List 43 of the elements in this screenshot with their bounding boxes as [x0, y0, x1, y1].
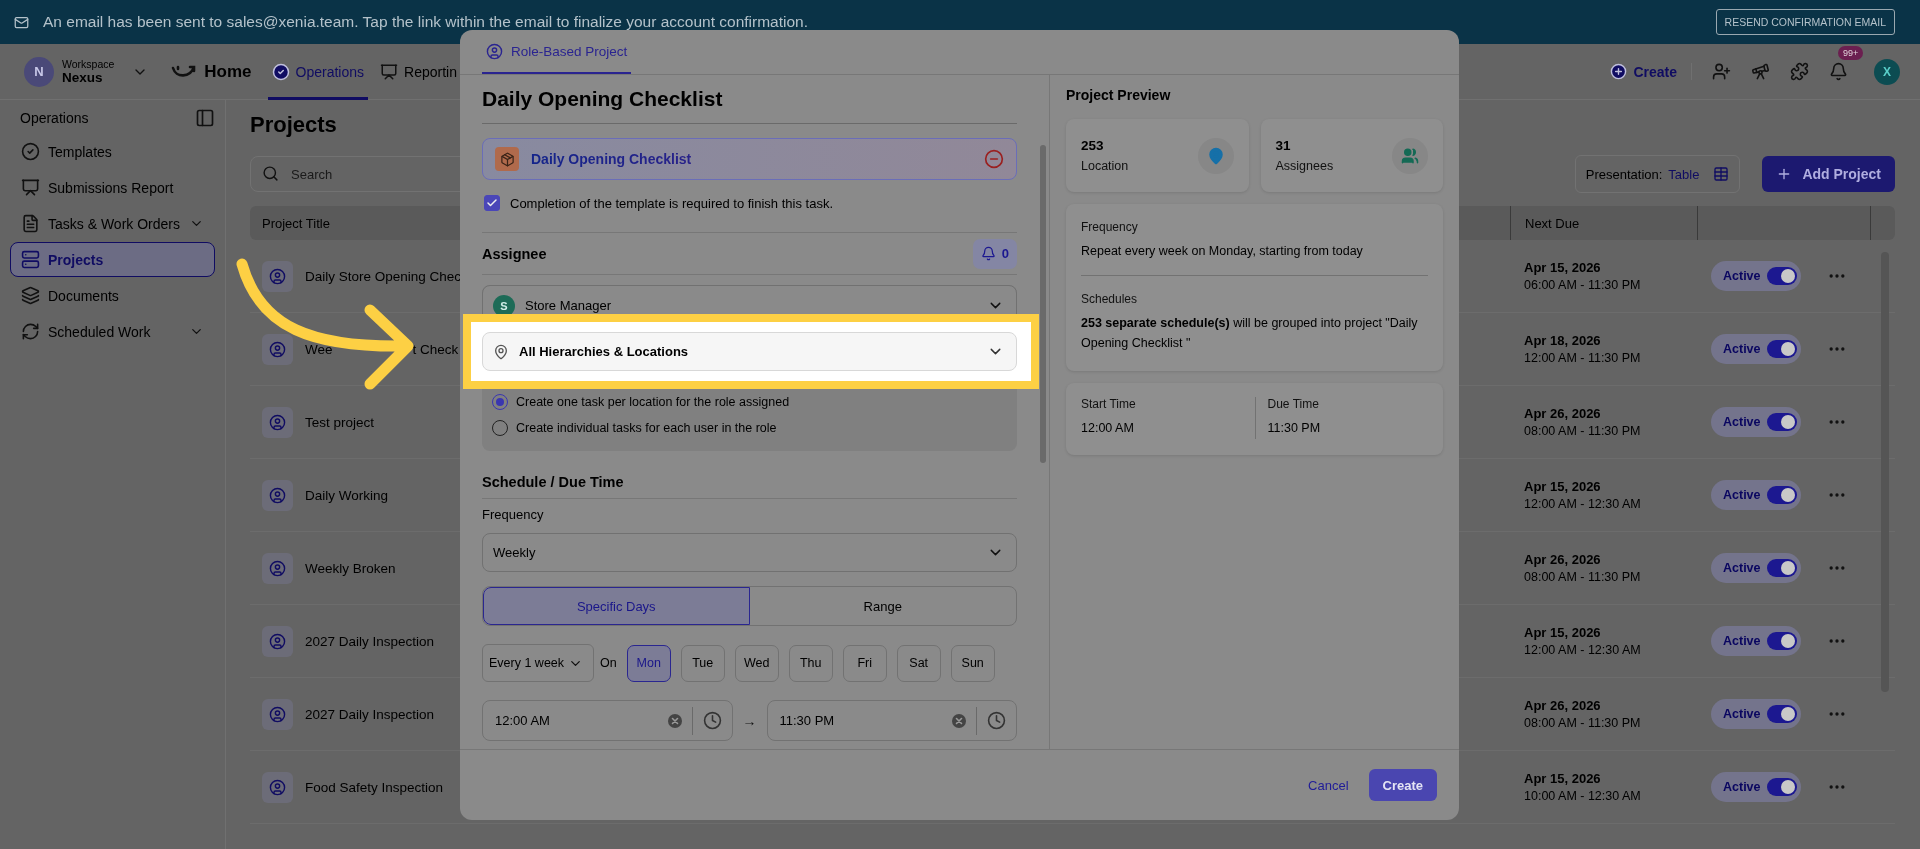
arrow-symbol: →	[741, 712, 758, 729]
info-label: Due Time	[1267, 397, 1320, 412]
due-time: 08:00 AM - 11:30 PM	[1524, 424, 1642, 438]
due-time: 08:00 AM - 11:30 PM	[1524, 570, 1642, 584]
page-title: Projects	[250, 112, 338, 139]
notification-badge: 99+	[1838, 46, 1864, 60]
preview-title: Project Preview	[1066, 87, 1172, 105]
banner-message: An email has been sent to sales@xenia.team. Tap the link within the email to finalize your account confirmation.	[43, 13, 810, 31]
info-text: 253 separate schedule(s) will be grouped into project "Daily Opening Checklist "	[1081, 315, 1419, 352]
info-text: 11:30 PM	[1267, 420, 1322, 438]
workspace-label: Workspace	[62, 57, 115, 70]
due-time: 12:00 AM - 12:30 AM	[1524, 643, 1642, 657]
stat-value: 31	[1275, 138, 1292, 153]
role-avatar: S	[493, 294, 515, 317]
section-title: Schedule / Due Time	[482, 473, 624, 490]
due-time: 06:00 AM - 11:30 PM	[1524, 278, 1642, 292]
due-date: Apr 26, 2026	[1524, 552, 1602, 567]
due-time: 12:00 AM - 12:30 AM	[1524, 497, 1642, 511]
info-label: Start Time	[1081, 397, 1137, 412]
section-title: Assignee	[482, 245, 547, 262]
due-date: Apr 15, 2026	[1524, 479, 1602, 494]
stat-label: Assignees	[1275, 159, 1335, 173]
checkbox-label: Completion of the template is required to finish this task.	[510, 195, 833, 211]
due-date: Apr 18, 2026	[1524, 333, 1602, 348]
due-time: 10:00 AM - 12:30 AM	[1524, 789, 1642, 803]
info-label: Frequency	[1081, 220, 1139, 234]
info-label: Schedules	[1081, 292, 1139, 307]
column-header: Next Due	[1525, 215, 1580, 231]
stat-value: 253	[1081, 138, 1105, 153]
due-date: Apr 26, 2026	[1524, 698, 1602, 713]
due-date: Apr 15, 2026	[1524, 771, 1602, 786]
stat-label: Location	[1081, 159, 1130, 173]
due-date: Apr 26, 2026	[1524, 406, 1602, 421]
info-text: 12:00 AM	[1081, 420, 1135, 438]
column-header: Project Title	[262, 215, 330, 231]
due-date: Apr 15, 2026	[1524, 260, 1602, 275]
on-label: On	[600, 656, 617, 670]
field-label: Frequency	[482, 507, 545, 524]
due-time: 12:00 AM - 11:30 PM	[1524, 351, 1642, 365]
due-time: 08:00 AM - 11:30 PM	[1524, 716, 1642, 730]
sidebar-title: Operations	[20, 110, 89, 126]
info-text: Repeat every week on Monday, starting from today	[1081, 243, 1364, 260]
due-date: Apr 15, 2026	[1524, 625, 1602, 640]
